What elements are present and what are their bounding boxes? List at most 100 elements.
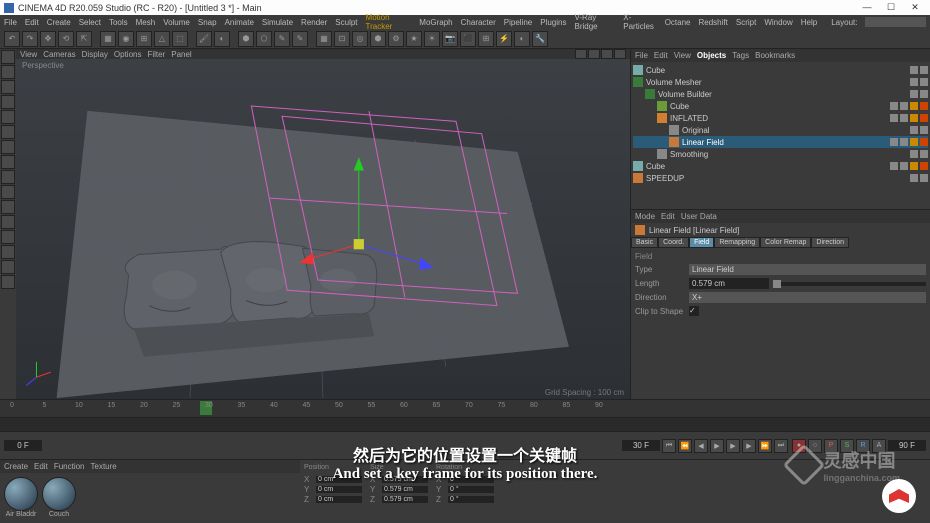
play-button[interactable]: ▶ [726,439,740,453]
attr-direction-dropdown[interactable]: X+ [689,292,926,303]
vp-menu-panel[interactable]: Panel [171,50,191,59]
coord-field[interactable]: 0 ° [448,496,494,503]
coord-field[interactable]: 0 cm [316,486,362,493]
attr-tab-field[interactable]: Field [689,237,714,248]
hierarchy-item[interactable]: Cube [633,64,928,76]
mat-tab-edit[interactable]: Edit [34,462,48,471]
menu-character[interactable]: Character [461,18,496,27]
attr-tab-direction[interactable]: Direction [811,237,849,248]
toolbar-btn-0[interactable]: ↶ [4,31,20,47]
obj-tab-file[interactable]: File [635,51,648,60]
lefttool-15[interactable] [1,275,15,289]
menu-animate[interactable]: Animate [225,18,254,27]
vp-rotate-icon[interactable] [601,49,613,59]
attr-length-field[interactable]: 0.579 cm [689,278,769,289]
toolbar-btn-13[interactable]: ◐ [214,31,230,47]
tag-icon[interactable] [910,126,918,134]
toolbar-btn-17[interactable]: ✎ [274,31,290,47]
timeline-ruler[interactable]: 051015202530354045505560657075808590 [0,400,930,418]
attr-head-mode[interactable]: Mode [635,212,655,221]
tag-icon[interactable] [910,162,918,170]
toolbar-btn-18[interactable]: ✎ [292,31,308,47]
close-button[interactable]: ✕ [904,2,926,13]
attr-tab-basic[interactable]: Basic [631,237,658,248]
toolbar-btn-24[interactable]: ⚙ [388,31,404,47]
toolbar-btn-31[interactable]: ◐ [514,31,530,47]
tag-icon[interactable] [890,138,898,146]
vp-menu-view[interactable]: View [20,50,37,59]
hierarchy-item[interactable]: Original [633,124,928,136]
obj-tab-objects[interactable]: Objects [697,51,726,60]
lefttool-10[interactable] [1,200,15,214]
menu-simulate[interactable]: Simulate [262,18,293,27]
lefttool-6[interactable] [1,140,15,154]
tag-icon[interactable] [920,174,928,182]
tag-icon[interactable] [900,114,908,122]
toolbar-btn-15[interactable]: ⬢ [238,31,254,47]
tag-icon[interactable] [900,102,908,110]
toolbar-btn-29[interactable]: ⊞ [478,31,494,47]
mat-tab-create[interactable]: Create [4,462,28,471]
minimize-button[interactable]: — [856,2,878,13]
toolbar-btn-32[interactable]: 🔧 [532,31,548,47]
next-frame-button[interactable]: ▶ [742,439,756,453]
attr-length-slider[interactable] [773,282,926,286]
lefttool-9[interactable] [1,185,15,199]
command-search[interactable] [865,17,926,27]
tag-icon[interactable] [920,162,928,170]
menu-octane[interactable]: Octane [665,18,691,27]
goto-end-button[interactable]: ⏭ [774,439,788,453]
timeline-scrub[interactable] [0,418,930,432]
hierarchy-item[interactable]: INFLATED [633,112,928,124]
maximize-button[interactable]: ☐ [880,2,902,13]
menu-render[interactable]: Render [301,18,327,27]
vp-menu-filter[interactable]: Filter [147,50,165,59]
lefttool-4[interactable] [1,110,15,124]
coord-field[interactable]: 0 cm [316,496,362,503]
tag-icon[interactable] [910,90,918,98]
attr-tab-remapping[interactable]: Remapping [714,237,760,248]
vp-menu-options[interactable]: Options [114,50,142,59]
lefttool-8[interactable] [1,170,15,184]
toolbar-btn-10[interactable]: ⬚ [172,31,188,47]
toolbar-btn-3[interactable]: ⟲ [58,31,74,47]
vp-menu-display[interactable]: Display [82,50,108,59]
vp-pan-icon[interactable] [575,49,587,59]
menu-sculpt[interactable]: Sculpt [335,18,357,27]
tag-icon[interactable] [920,66,928,74]
vp-toggle-icon[interactable] [614,49,626,59]
menu-create[interactable]: Create [47,18,71,27]
lefttool-7[interactable] [1,155,15,169]
menu-snap[interactable]: Snap [198,18,217,27]
toolbar-btn-26[interactable]: ☀ [424,31,440,47]
lefttool-0[interactable] [1,50,15,64]
tag-icon[interactable] [910,102,918,110]
tag-icon[interactable] [910,138,918,146]
menu-redshift[interactable]: Redshift [699,18,728,27]
toolbar-btn-22[interactable]: ◎ [352,31,368,47]
tag-icon[interactable] [920,126,928,134]
lefttool-3[interactable] [1,95,15,109]
menu-tools[interactable]: Tools [109,18,128,27]
menu-file[interactable]: File [4,18,17,27]
obj-tab-view[interactable]: View [674,51,691,60]
obj-tab-tags[interactable]: Tags [732,51,749,60]
tag-icon[interactable] [890,102,898,110]
hierarchy-item[interactable]: SPEEDUP [633,172,928,184]
material-item[interactable]: Air Bladdr [4,477,38,519]
hierarchy-tree[interactable]: CubeVolume MesherVolume BuilderCubeINFLA… [631,62,930,209]
vp-zoom-icon[interactable] [588,49,600,59]
tag-icon[interactable] [910,174,918,182]
current-frame-field[interactable]: 30 F [622,440,660,451]
hierarchy-item[interactable]: Volume Builder [633,88,928,100]
attr-head-user-data[interactable]: User Data [681,212,717,221]
lefttool-12[interactable] [1,230,15,244]
tag-icon[interactable] [900,138,908,146]
toolbar-btn-23[interactable]: ⬢ [370,31,386,47]
lefttool-11[interactable] [1,215,15,229]
menu-help[interactable]: Help [801,18,817,27]
toolbar-btn-30[interactable]: ⚡ [496,31,512,47]
obj-tab-edit[interactable]: Edit [654,51,668,60]
tag-icon[interactable] [920,78,928,86]
toolbar-btn-20[interactable]: ▦ [316,31,332,47]
